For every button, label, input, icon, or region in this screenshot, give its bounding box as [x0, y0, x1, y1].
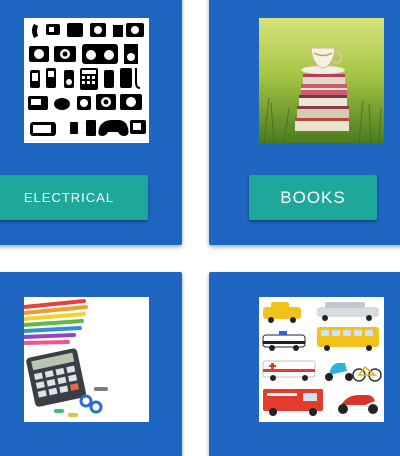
- category-card-books[interactable]: BOOKS: [209, 0, 400, 245]
- books-with-teacup-image[interactable]: [259, 18, 384, 143]
- category-card-electrical[interactable]: ELECTRICAL: [0, 0, 182, 245]
- books-button[interactable]: BOOKS: [249, 175, 377, 220]
- stationery-calculator-image[interactable]: [24, 297, 149, 422]
- electrical-button[interactable]: ELECTRICAL: [0, 175, 148, 220]
- category-grid: ELECTRICAL BOOKS: [0, 0, 400, 456]
- electronics-icons-image[interactable]: [24, 18, 149, 143]
- category-card-stationery[interactable]: [0, 272, 182, 456]
- category-card-vehicles[interactable]: [209, 272, 400, 456]
- vehicles-illustration-image[interactable]: [259, 297, 384, 422]
